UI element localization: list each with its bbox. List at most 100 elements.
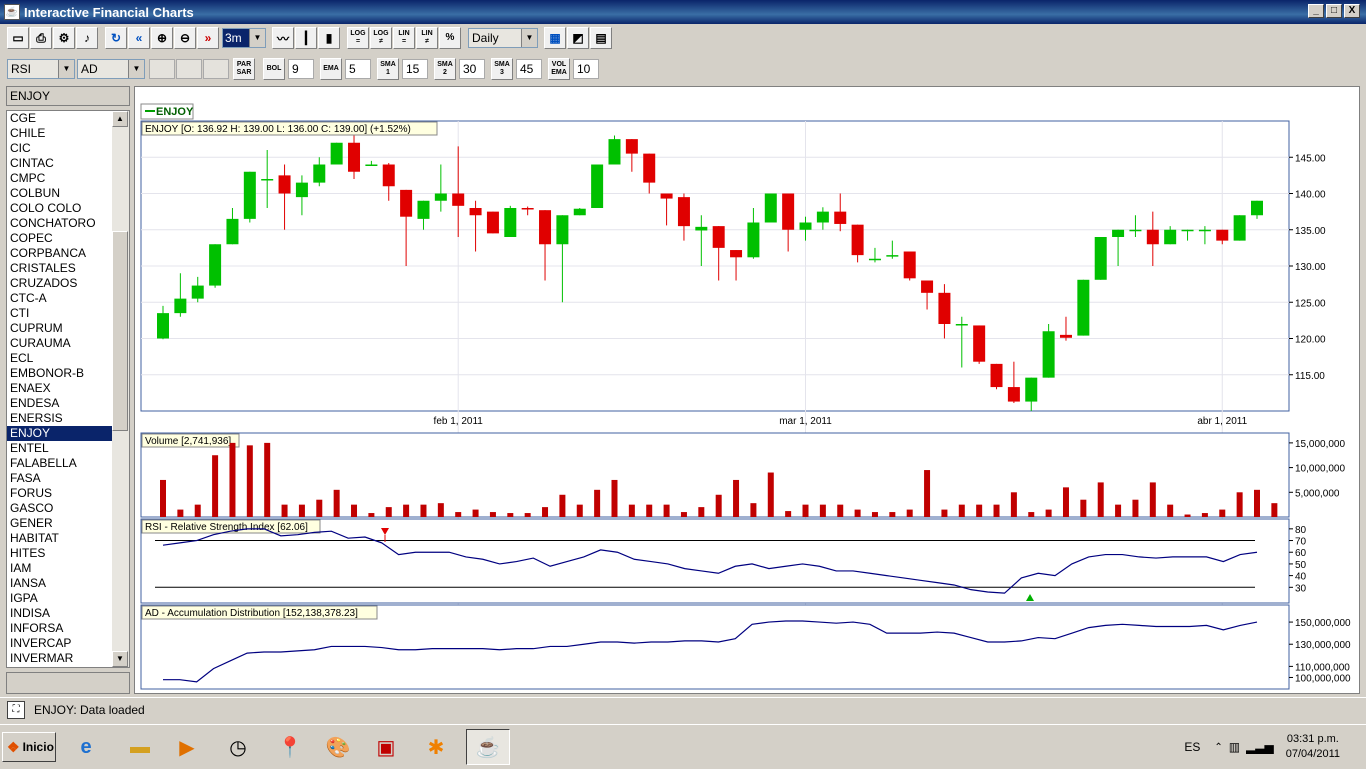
ema-value[interactable]: 5 <box>345 59 371 79</box>
pin-icon[interactable]: 📍 <box>268 729 312 765</box>
sma3-value[interactable]: 45 <box>516 59 542 79</box>
zoom-in-icon[interactable]: ⊕ <box>151 27 173 49</box>
stock-list-item[interactable]: CRUZADOS <box>7 276 113 291</box>
stock-list-item[interactable]: CHILE <box>7 126 113 141</box>
avast-icon[interactable]: ✱ <box>414 729 458 765</box>
stock-list-item[interactable]: COLBUN <box>7 186 113 201</box>
chart-window-icon[interactable]: ◩ <box>567 27 589 49</box>
stock-list-item[interactable]: INFORSA <box>7 621 113 636</box>
interval-select[interactable]: Daily ▼ <box>468 28 538 48</box>
language-indicator[interactable]: ES <box>1184 740 1200 754</box>
chart-svg[interactable]: ENJOY ENJOY [O: 136.92 H: 139.00 L: 136.… <box>135 87 1359 693</box>
sma1-button[interactable]: SMA 1 <box>377 58 399 80</box>
stock-search-field[interactable]: ENJOY <box>6 86 130 106</box>
stock-list[interactable]: CGE CHILE CIC CINTAC CMPC COLBUN COLO COLO CONC… <box>6 110 130 668</box>
stock-list-item[interactable]: CMPC <box>7 171 113 186</box>
stock-list-item[interactable]: EMBONOR-B <box>7 366 113 381</box>
stock-list-item[interactable]: CRISTALES <box>7 261 113 276</box>
settings-icon[interactable]: ⚙ <box>53 27 75 49</box>
stock-list-item[interactable]: ENTEL <box>7 441 113 456</box>
pdf-reader-icon[interactable]: ▣ <box>364 729 408 765</box>
print-icon[interactable]: ⎙ <box>30 27 52 49</box>
stock-list-item[interactable]: INDISA <box>7 606 113 621</box>
network-icon[interactable]: ▥ <box>1229 740 1240 754</box>
indicator2-select[interactable]: AD ▼ <box>77 59 145 79</box>
stock-list-item[interactable]: CTC-A <box>7 291 113 306</box>
scroll-thumb[interactable] <box>112 231 128 431</box>
parabolic-sar-button[interactable]: PAR SAR <box>233 58 255 80</box>
paint-icon[interactable]: 🎨 <box>316 729 360 765</box>
folder-icon[interactable]: ▬ <box>118 729 162 765</box>
stock-list-item[interactable]: INVERCAP <box>7 636 113 651</box>
stock-list-item[interactable]: IAM <box>7 561 113 576</box>
chart-area[interactable]: ENJOY ENJOY [O: 136.92 H: 139.00 L: 136.… <box>134 86 1360 694</box>
stock-list-item[interactable]: CURAUMA <box>7 336 113 351</box>
stock-list-item[interactable]: ENDESA <box>7 396 113 411</box>
candlestick-icon[interactable]: ▮ <box>318 27 340 49</box>
data-window-icon[interactable]: ▤ <box>590 27 612 49</box>
stock-list-item[interactable]: IGPA <box>7 591 113 606</box>
tray-expand-icon[interactable]: ⌃ <box>1214 742 1222 753</box>
stock-list-item[interactable]: IANSA <box>7 576 113 591</box>
percent-scale-button[interactable]: % <box>439 27 461 49</box>
stock-list-item[interactable]: CONCHATORO <box>7 216 113 231</box>
bollinger-button[interactable]: BOL <box>263 58 285 80</box>
stock-list-item[interactable]: HABITAT <box>7 531 113 546</box>
stock-list-item[interactable]: FALABELLA <box>7 456 113 471</box>
period-select[interactable]: 3m ▼ <box>222 28 266 48</box>
bollinger-value[interactable]: 9 <box>288 59 314 79</box>
stock-list-item[interactable]: INVERMAR <box>7 651 113 666</box>
line-chart-icon[interactable]: 〰 <box>272 27 294 49</box>
scroll-down-icon[interactable]: ▼ <box>112 651 128 667</box>
linear-scale-button[interactable]: LIN = <box>393 27 415 49</box>
maximize-button[interactable]: □ <box>1326 4 1342 18</box>
stock-list-item[interactable]: CTI <box>7 306 113 321</box>
fullscreen-icon[interactable]: ⛶ <box>7 700 25 719</box>
start-button[interactable]: ❖ Inicio <box>2 732 56 762</box>
stock-list-item[interactable]: ENJOY <box>7 426 113 441</box>
stock-list-item[interactable]: ENERSIS <box>7 411 113 426</box>
sma1-value[interactable]: 15 <box>402 59 428 79</box>
ie-icon[interactable]: e <box>64 729 108 765</box>
zoom-out-icon[interactable]: ⊖ <box>174 27 196 49</box>
stock-list-item[interactable]: FORUS <box>7 486 113 501</box>
bar-chart-icon[interactable]: ┃ <box>295 27 317 49</box>
close-button[interactable]: X <box>1344 4 1360 18</box>
linear-scale-alt-button[interactable]: LIN ≠ <box>416 27 438 49</box>
stock-list-item[interactable]: CORPBANCA <box>7 246 113 261</box>
stock-list-scrollbar[interactable]: ▲ ▼ <box>112 111 129 667</box>
volume-ema-value[interactable]: 10 <box>573 59 599 79</box>
indicator1-select[interactable]: RSI ▼ <box>7 59 75 79</box>
stock-list-item[interactable]: ECL <box>7 351 113 366</box>
scroll-left-icon[interactable]: « <box>128 27 150 49</box>
java-task-icon[interactable]: ☕ <box>466 729 510 765</box>
new-window-icon[interactable]: ▭ <box>7 27 29 49</box>
stock-list-item[interactable]: ENAEX <box>7 381 113 396</box>
stock-list-item[interactable]: CIC <box>7 141 113 156</box>
sma2-button[interactable]: SMA 2 <box>434 58 456 80</box>
sma2-value[interactable]: 30 <box>459 59 485 79</box>
stock-list-item[interactable]: HITES <box>7 546 113 561</box>
clock[interactable]: 03:31 p.m. 07/04/2011 <box>1286 732 1340 762</box>
scroll-up-icon[interactable]: ▲ <box>112 111 128 127</box>
stock-list-item[interactable]: GASCO <box>7 501 113 516</box>
stock-list-item[interactable]: CUPRUM <box>7 321 113 336</box>
scroll-right-icon[interactable]: » <box>197 27 219 49</box>
minimize-button[interactable]: _ <box>1308 4 1324 18</box>
log-scale-alt-button[interactable]: LOG ≠ <box>370 27 392 49</box>
stock-list-item[interactable]: CGE <box>7 111 113 126</box>
media-player-icon[interactable]: ▶ <box>165 729 209 765</box>
signal-icon[interactable]: ▂▃▅ <box>1246 740 1274 754</box>
stock-list-item[interactable]: CINTAC <box>7 156 113 171</box>
stock-list-item[interactable]: COPEC <box>7 231 113 246</box>
stock-list-item[interactable]: FASA <box>7 471 113 486</box>
stock-list-item[interactable]: COLO COLO <box>7 201 113 216</box>
sma3-button[interactable]: SMA 3 <box>491 58 513 80</box>
clock-app-icon[interactable]: ◷ <box>216 729 260 765</box>
stock-list-item[interactable]: GENER <box>7 516 113 531</box>
refresh-icon[interactable]: ↻ <box>105 27 127 49</box>
color-palette-icon[interactable]: ▦ <box>544 27 566 49</box>
volume-ema-button[interactable]: VOL EMA <box>548 58 570 80</box>
ema-button[interactable]: EMA <box>320 58 342 80</box>
log-scale-button[interactable]: LOG = <box>347 27 369 49</box>
